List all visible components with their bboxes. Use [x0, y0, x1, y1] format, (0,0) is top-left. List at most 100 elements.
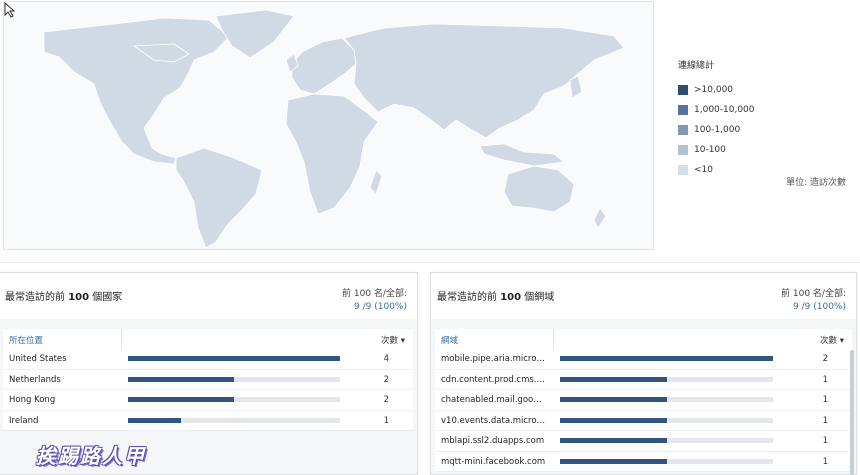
table-row[interactable]: mblapi.ssl2.duapps.com 1: [435, 431, 852, 452]
table-row[interactable]: chatenabled.mail.google... 1: [435, 390, 852, 411]
title-suffix: 個國家: [92, 292, 123, 303]
table-row[interactable]: cdn.content.prod.cms.ms... 1: [435, 369, 852, 390]
legend-swatch: [678, 85, 688, 95]
row-label: chatenabled.mail.google...: [441, 395, 547, 405]
column-separator: [553, 329, 554, 349]
row-count: 1: [822, 456, 828, 467]
bar-fill: [128, 376, 234, 382]
legend-item: 10-100: [678, 140, 755, 160]
legend-label: 1,000-10,000: [694, 105, 755, 115]
title-number: 100: [68, 292, 90, 303]
column-header-count[interactable]: 次數 ▾: [381, 334, 405, 346]
row-count: 2: [383, 374, 389, 385]
legend-label: 10-100: [694, 145, 726, 155]
row-count: 1: [822, 436, 828, 446]
row-count: 1: [822, 415, 828, 426]
row-count: 4: [383, 354, 389, 364]
row-count: 2: [383, 395, 389, 405]
table-row[interactable]: Hong Kong 2: [3, 390, 413, 411]
row-label: Netherlands: [9, 374, 61, 385]
table-row[interactable]: Netherlands 2: [3, 369, 413, 390]
africa-shape: [285, 93, 379, 215]
title-number: 100: [500, 292, 522, 303]
table-row[interactable]: v10.events.data.microsoft... 1: [435, 410, 852, 431]
legend-swatch: [678, 165, 688, 175]
country-rows: United States 4 Netherlands 2 Hong Kong 2 Irel…: [3, 349, 413, 431]
column-separator: [121, 329, 122, 349]
row-label: Hong Kong: [9, 395, 56, 405]
table-header: 網域 次數 ▾: [435, 329, 852, 350]
bar-fill: [560, 376, 667, 382]
title-prefix: 最常造訪的前: [5, 292, 65, 303]
panel-header: 最常造訪的前 100 個網域 前 100 名/全部: 9 /9 (100%): [431, 273, 856, 323]
legend-label: >10,000: [694, 85, 734, 95]
bar-track: [128, 356, 340, 361]
title-prefix: 最常造訪的前: [437, 292, 497, 303]
table-row[interactable]: mobile.pipe.aria.microsoft... 2: [435, 349, 852, 370]
row-count: 1: [822, 374, 828, 385]
mouse-cursor-icon: [4, 2, 16, 18]
bar-fill: [560, 458, 667, 464]
greenland-shape: [215, 9, 295, 59]
table-header: 所在位置 次數 ▾: [3, 329, 413, 350]
count-value: 9 /9 (100%): [354, 302, 407, 312]
title-suffix: 個網域: [524, 292, 555, 303]
legend-label: <10: [694, 165, 713, 175]
row-label: mqtt-mini.facebook.com: [441, 456, 546, 467]
legend-swatch: [678, 125, 688, 135]
row-count: 1: [383, 415, 389, 426]
row-count: 1: [822, 395, 828, 405]
section-divider: [0, 262, 860, 263]
table-row[interactable]: United States 4: [3, 349, 413, 370]
row-label: Ireland: [9, 415, 39, 426]
table-row[interactable]: mqtt-mini.facebook.com 1: [435, 451, 852, 472]
australia-shape: [503, 165, 575, 213]
north-america-shape: [43, 17, 230, 165]
top-domains-panel: 最常造訪的前 100 個網域 前 100 名/全部: 9 /9 (100%) 網…: [430, 272, 857, 475]
bar-track: [560, 458, 773, 464]
watermark: 挨踢路人甲: [36, 444, 146, 468]
panel-title: 最常造訪的前 100 個國家: [5, 288, 122, 303]
row-label: cdn.content.prod.cms.ms...: [441, 374, 547, 385]
legend-title: 連線總計: [678, 61, 715, 71]
row-label: v10.events.data.microsoft...: [441, 415, 547, 426]
world-map: [3, 1, 654, 250]
bar-track: [560, 438, 773, 443]
count-label: 前 100 名/全部:: [781, 289, 846, 299]
bar-track: [560, 356, 773, 361]
unit-note: 單位: 造訪次數: [786, 178, 846, 188]
bar-fill: [128, 356, 340, 361]
madagascar-shape: [369, 169, 383, 195]
bar-fill: [128, 417, 181, 423]
bar-track: [128, 376, 340, 382]
legend-swatch: [678, 145, 688, 155]
panel-count: 前 100 名/全部: 9 /9 (100%): [342, 288, 407, 314]
indonesia-shape: [479, 143, 565, 167]
legend-item: <10: [678, 160, 755, 180]
row-label: United States: [9, 354, 67, 364]
bar-fill: [560, 417, 667, 423]
domain-rows: mobile.pipe.aria.microsoft... 2 cdn.conten…: [435, 349, 852, 472]
column-header-domain[interactable]: 網域: [441, 334, 458, 346]
panel-header: 最常造訪的前 100 個國家 前 100 名/全部: 9 /9 (100%): [0, 273, 417, 323]
row-count: 2: [822, 354, 828, 364]
row-label: mobile.pipe.aria.microsoft...: [441, 354, 547, 364]
column-header-count[interactable]: 次數 ▾: [820, 334, 844, 346]
bar-fill: [128, 397, 234, 402]
bar-fill: [560, 356, 773, 361]
legend-item: >10,000: [678, 80, 755, 100]
legend-item: 100-1,000: [678, 120, 755, 140]
bar-track: [128, 417, 340, 423]
table-row[interactable]: Ireland 1: [3, 410, 413, 431]
scrollbar[interactable]: [850, 350, 854, 475]
count-value: 9 /9 (100%): [793, 302, 846, 312]
column-header-location[interactable]: 所在位置: [9, 334, 43, 346]
europe-shape: [291, 37, 357, 95]
asia-shape: [343, 23, 625, 139]
japan-shape: [569, 75, 583, 99]
count-label: 前 100 名/全部:: [342, 289, 407, 299]
bar-track: [560, 397, 773, 402]
bar-fill: [560, 438, 667, 443]
new-zealand-shape: [593, 207, 607, 229]
panel-count: 前 100 名/全部: 9 /9 (100%): [781, 288, 846, 314]
